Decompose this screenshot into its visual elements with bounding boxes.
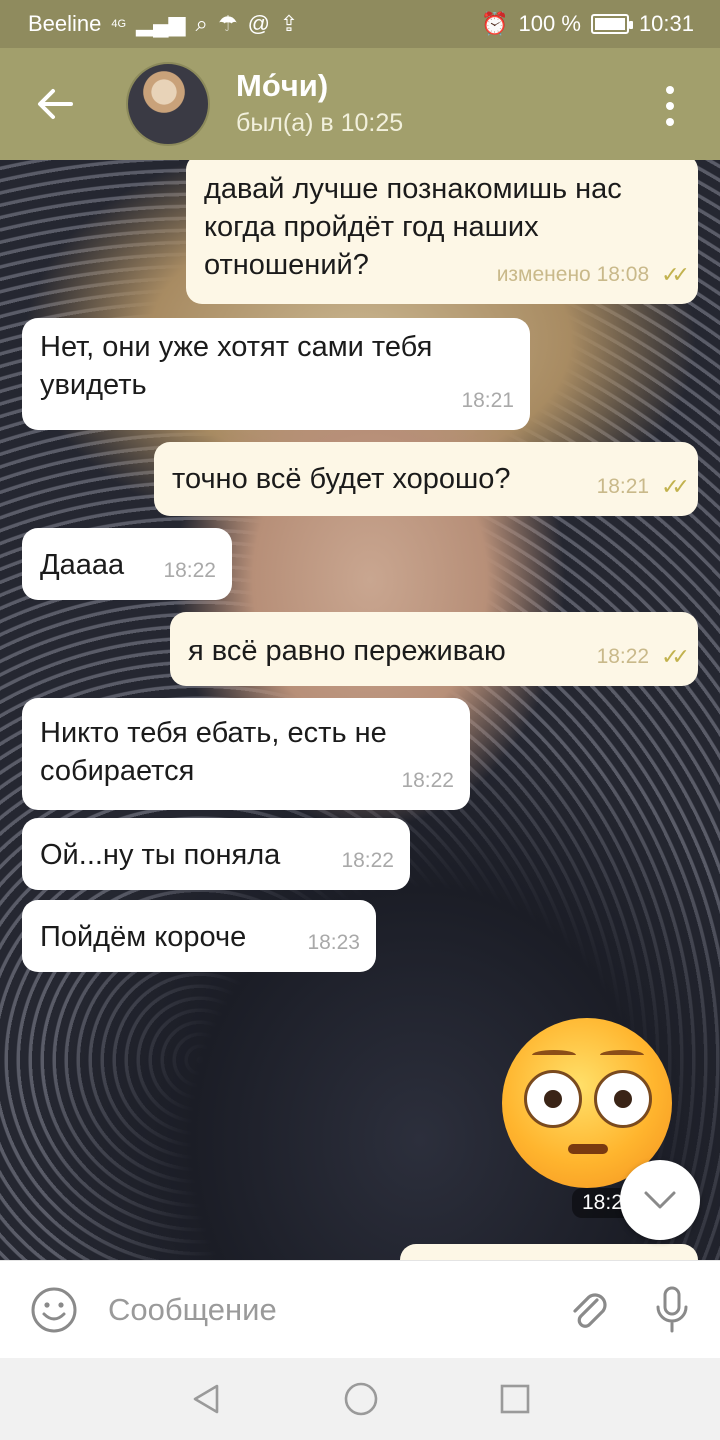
signal-icon: ▂▄▆	[136, 11, 186, 36]
sticker-brow	[600, 1050, 644, 1060]
network-type: 4G	[111, 18, 127, 30]
avatar[interactable]	[126, 62, 210, 146]
attach-button[interactable]	[554, 1261, 624, 1359]
status-bar-right: ⏰ 100 % 10:31	[481, 11, 694, 37]
last-seen-status: был(а) в 10:25	[236, 109, 404, 137]
message-time: 18:22	[163, 559, 216, 582]
home-circle-icon[interactable]	[343, 1381, 379, 1417]
message-time: 18:23	[307, 931, 360, 954]
message-time: 18:21	[596, 475, 650, 498]
chat-title: Мо́чи)	[236, 68, 329, 103]
sticker-mouth	[568, 1144, 608, 1154]
message-bubble[interactable]: Ой...ну ты поняла 18:22	[22, 818, 410, 890]
battery-percent: 100 %	[518, 11, 581, 36]
alarm-icon: ⏰	[481, 11, 509, 36]
back-triangle-icon[interactable]	[189, 1382, 223, 1416]
message-time: 18:22	[596, 645, 650, 668]
more-menu-button[interactable]	[658, 86, 682, 126]
message-meta: 18:23	[307, 924, 360, 962]
message-meta: 18:21	[461, 382, 514, 420]
message-bubble[interactable]: я всё равно переживаю 18:22 ✓✓	[170, 612, 698, 686]
message-bubble[interactable]: Пойдём короче 18:23	[22, 900, 376, 972]
message-bubble[interactable]: точно всё будет хорошо? 18:21 ✓✓	[154, 442, 698, 516]
scroll-down-button[interactable]	[620, 1160, 700, 1240]
message-bubble[interactable]: Никто тебя ебать, есть не собирается 18:…	[22, 698, 470, 810]
at-sign-icon: @	[247, 11, 270, 36]
umbrella-icon: ☂	[217, 11, 238, 36]
system-nav-bar	[0, 1358, 720, 1440]
clock: 10:31	[638, 11, 694, 36]
message-bubble[interactable]: Даааа 18:22	[22, 528, 232, 600]
smiley-icon	[31, 1287, 77, 1332]
message-input[interactable]: Сообщение	[108, 1292, 554, 1328]
message-meta: изменено 18:08 ✓✓	[496, 256, 690, 294]
message-bubble-partial[interactable]	[400, 1244, 698, 1260]
message-text: Нет, они уже хотят сами тебя увидеть	[40, 331, 433, 401]
message-time: изменено 18:08	[496, 263, 650, 286]
sticker-eye	[594, 1070, 652, 1128]
message-text: Ой...ну ты поняла	[40, 839, 281, 871]
upload-icon: ⇪	[279, 11, 299, 36]
chevron-down-icon	[644, 1191, 676, 1209]
message-time: 18:21	[461, 389, 514, 412]
search-icon: ⌕	[195, 11, 208, 36]
recents-square-icon[interactable]	[499, 1383, 531, 1415]
back-arrow-icon	[38, 89, 73, 119]
message-meta: 18:22	[341, 842, 394, 880]
chat-header: Мо́чи) был(а) в 10:25	[0, 48, 720, 160]
read-ticks-icon: ✓✓	[661, 474, 690, 499]
read-ticks-icon: ✓✓	[661, 644, 690, 669]
message-bubble[interactable]: Нет, они уже хотят сами тебя увидеть 18:…	[22, 318, 530, 430]
back-button[interactable]	[0, 48, 110, 160]
more-dots-icon	[666, 86, 674, 94]
read-ticks-icon: ✓✓	[661, 262, 690, 287]
paperclip-icon	[573, 1292, 607, 1328]
message-meta: 18:21 ✓✓	[596, 468, 690, 506]
microphone-button[interactable]	[624, 1261, 720, 1359]
sticker-eye	[524, 1070, 582, 1128]
status-bar-left: Beeline 4G ▂▄▆ ⌕ ☂ @ ⇪	[28, 11, 298, 37]
microphone-icon	[656, 1286, 688, 1332]
message-time: 18:22	[401, 769, 454, 792]
chat-title-block[interactable]: Мо́чи) был(а) в 10:25	[236, 67, 403, 141]
message-input-bar: Сообщение	[0, 1260, 720, 1358]
message-meta: 18:22 ✓✓	[596, 638, 690, 676]
chat-area[interactable]: давай лучше познакомишь нас когда пройдё…	[0, 160, 720, 1260]
battery-icon	[590, 14, 633, 34]
message-bubble[interactable]: давай лучше познакомишь нас когда пройдё…	[186, 160, 698, 304]
message-meta: 18:22	[163, 552, 216, 590]
message-text: Никто тебя ебать, есть не собирается	[40, 717, 387, 787]
carrier-name: Beeline	[28, 11, 102, 36]
sticker-brow	[532, 1050, 576, 1060]
message-meta: 18:22	[401, 762, 454, 800]
status-bar: Beeline 4G ▂▄▆ ⌕ ☂ @ ⇪ ⏰ 100 % 10:31	[0, 0, 720, 48]
emoji-button[interactable]	[0, 1261, 108, 1359]
message-time: 18:22	[341, 849, 394, 872]
